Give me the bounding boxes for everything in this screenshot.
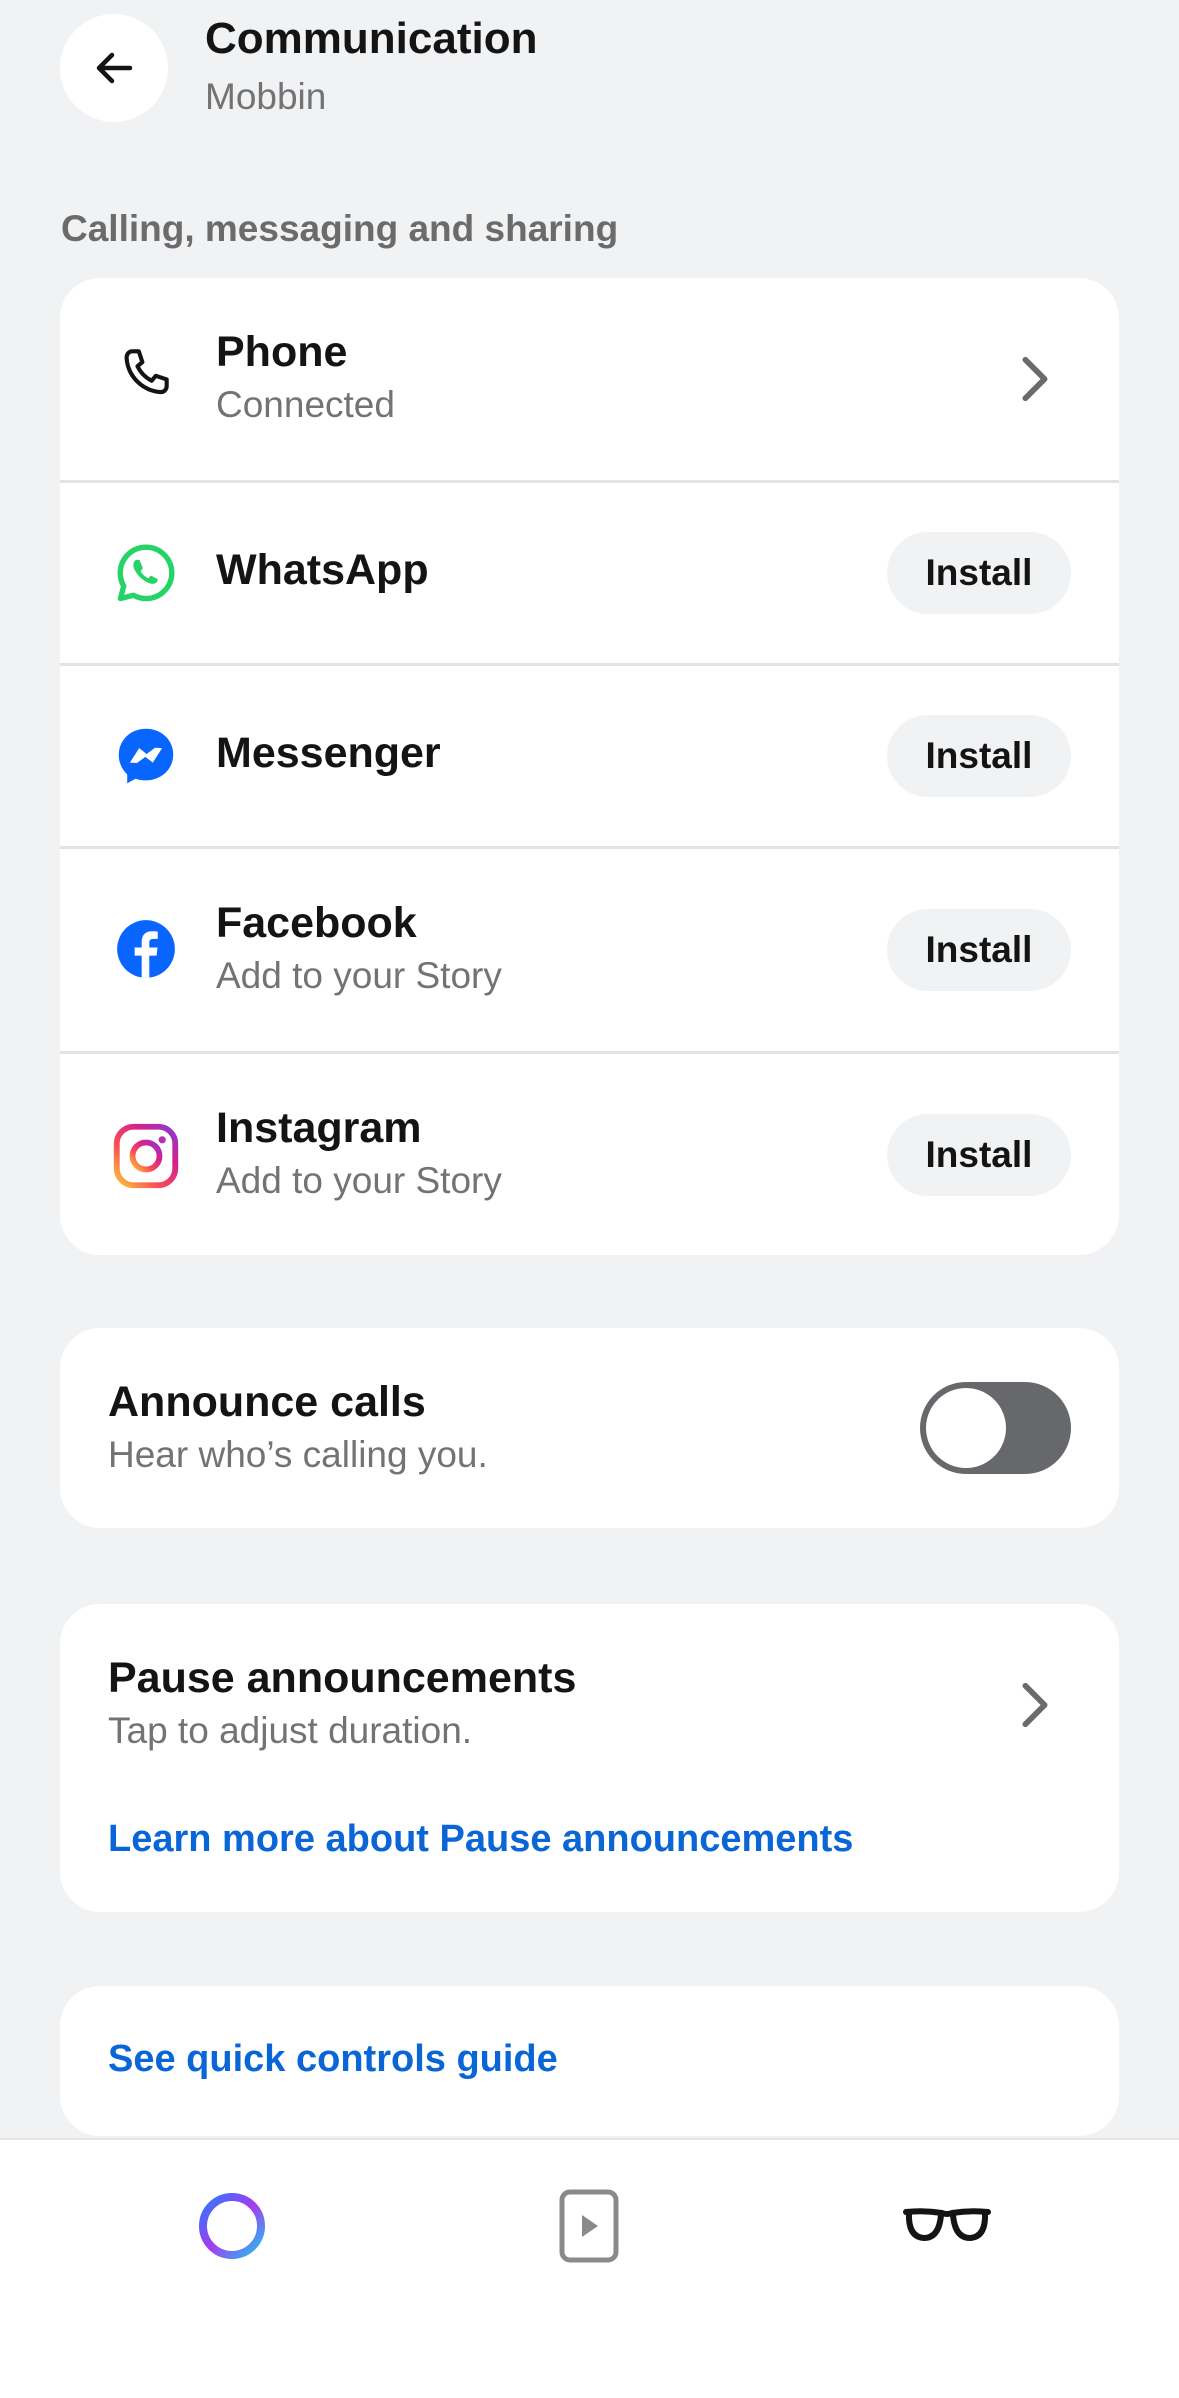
instagram-icon [110, 1120, 182, 1192]
glasses-icon [903, 2208, 991, 2241]
header: Communication Mobbin [0, 0, 1179, 150]
list-item-facebook: Facebook Add to your Story Install [60, 849, 1119, 1051]
install-button[interactable]: Install [887, 1114, 1071, 1196]
section-label: Calling, messaging and sharing [61, 208, 619, 249]
list-item-messenger: Messenger Install [60, 666, 1119, 846]
chevron-right-icon [1022, 1682, 1048, 1728]
quick-controls-link[interactable]: See quick controls guide [108, 2038, 558, 2081]
quick-controls-card: See quick controls guide [60, 1986, 1119, 2136]
phone-icon [110, 338, 182, 410]
whatsapp-icon [110, 537, 182, 609]
facebook-icon [110, 913, 182, 985]
announce-calls-toggle[interactable] [920, 1382, 1071, 1474]
app-status: Add to your Story [216, 1160, 502, 1201]
app-name: Instagram [216, 1104, 422, 1152]
tab-media[interactable] [539, 2176, 639, 2276]
arrow-left-icon [96, 52, 133, 84]
messenger-icon [110, 720, 182, 792]
tab-meta-ai[interactable] [182, 2176, 282, 2276]
install-button[interactable]: Install [887, 715, 1071, 797]
app-name: Messenger [216, 729, 441, 777]
app-name: Phone [216, 328, 348, 376]
list-item-whatsapp: WhatsApp Install [60, 483, 1119, 663]
announce-calls-card: Announce calls Hear who’s calling you. [60, 1328, 1119, 1528]
app-status: Add to your Story [216, 955, 502, 996]
install-button[interactable]: Install [887, 909, 1071, 991]
install-button[interactable]: Install [887, 532, 1071, 614]
apps-list: Phone Connected WhatsApp Install Messeng… [60, 278, 1119, 1255]
list-item-instagram: Instagram Add to your Story Install [60, 1054, 1119, 1255]
pause-announcements-title: Pause announcements [108, 1654, 577, 1702]
pause-announcements-description: Tap to adjust duration. [108, 1710, 473, 1751]
list-item-phone[interactable]: Phone Connected [60, 278, 1119, 480]
meta-ai-ring-icon [199, 2193, 265, 2259]
app-name: Facebook [216, 899, 417, 947]
announce-calls-description: Hear who’s calling you. [108, 1434, 488, 1475]
app-status: Connected [216, 384, 395, 425]
tab-glasses[interactable] [897, 2176, 997, 2276]
chevron-right-icon [1022, 356, 1048, 402]
page-title: Communication [205, 14, 538, 63]
learn-more-link[interactable]: Learn more about Pause announcements [108, 1818, 853, 1861]
media-play-icon [559, 2189, 619, 2263]
pause-announcements-card[interactable]: Pause announcements Tap to adjust durati… [60, 1604, 1119, 1912]
bottom-navigation [0, 2138, 1179, 2398]
page-subtitle: Mobbin [205, 76, 327, 117]
toggle-knob [926, 1388, 1006, 1468]
announce-calls-title: Announce calls [108, 1378, 426, 1426]
back-button[interactable] [60, 14, 168, 122]
app-name: WhatsApp [216, 546, 429, 594]
